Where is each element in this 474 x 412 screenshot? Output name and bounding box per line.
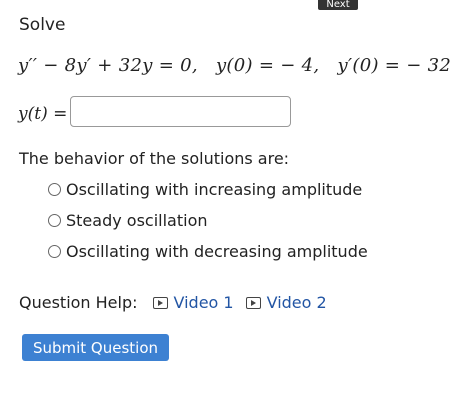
radio-button[interactable] bbox=[48, 183, 61, 196]
answer-input[interactable] bbox=[70, 96, 291, 127]
help-label: Question Help: bbox=[19, 293, 138, 312]
radio-button[interactable] bbox=[48, 245, 61, 258]
video-1-label: Video 1 bbox=[173, 293, 234, 312]
video-2-label: Video 2 bbox=[266, 293, 327, 312]
answer-label: y(t) = bbox=[18, 104, 67, 124]
radio-button[interactable] bbox=[48, 214, 61, 227]
option-decreasing-amplitude[interactable]: Oscillating with decreasing amplitude bbox=[48, 242, 368, 261]
behavior-prompt: The behavior of the solutions are: bbox=[19, 149, 290, 168]
option-label: Steady oscillation bbox=[66, 211, 208, 230]
play-icon bbox=[152, 296, 168, 309]
option-increasing-amplitude[interactable]: Oscillating with increasing amplitude bbox=[48, 180, 362, 199]
option-label: Oscillating with increasing amplitude bbox=[66, 180, 363, 199]
equation: y′′ − 8y′ + 32y = 0, y(0) = − 4, y′(0) =… bbox=[18, 55, 451, 76]
equation-lhs: y′′ − 8y′ + 32y = 0, bbox=[18, 55, 198, 76]
next-button[interactable]: Next bbox=[318, 0, 358, 10]
question-help: Question Help: Video 1 Video 2 bbox=[19, 293, 339, 312]
instruction-text: Solve bbox=[19, 15, 66, 35]
option-label: Oscillating with decreasing amplitude bbox=[66, 242, 368, 261]
submit-question-button[interactable]: Submit Question bbox=[22, 334, 169, 361]
option-steady-oscillation[interactable]: Steady oscillation bbox=[48, 211, 208, 230]
answer-function-label: y(t) bbox=[18, 104, 48, 124]
video-2-link[interactable]: Video 2 bbox=[245, 293, 327, 312]
initial-condition-1: y(0) = − 4, bbox=[215, 55, 320, 76]
video-1-link[interactable]: Video 1 bbox=[152, 293, 234, 312]
initial-condition-2: y′(0) = − 32 bbox=[337, 55, 452, 76]
play-icon bbox=[245, 296, 261, 309]
answer-equals: = bbox=[47, 104, 68, 124]
